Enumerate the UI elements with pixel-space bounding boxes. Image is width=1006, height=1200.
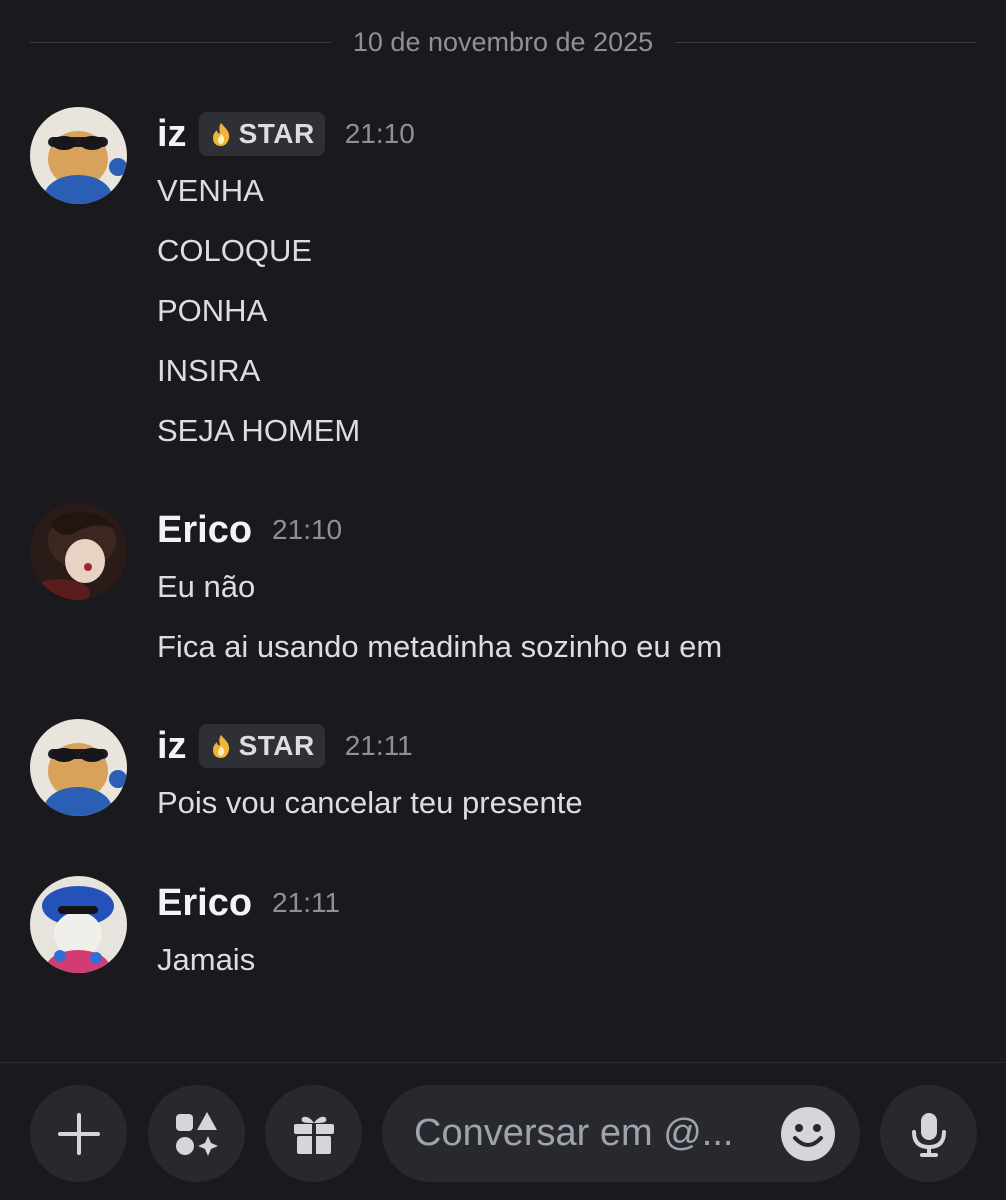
timestamp: 21:10 [272,514,343,545]
username[interactable]: Erico [157,882,252,925]
avatar[interactable] [30,719,127,816]
plus-icon [57,1112,100,1155]
gift-button[interactable] [265,1085,362,1182]
message-input[interactable] [414,1085,774,1182]
flame-icon [212,735,229,758]
composer-bar [0,1062,1006,1200]
timestamp: 21:10 [344,118,415,149]
emoji-icon[interactable] [780,1106,836,1162]
star-badge[interactable]: STAR [198,724,325,768]
avatar[interactable] [30,876,127,973]
message-line: INSIRA [157,353,261,388]
badge-label: STAR [238,730,315,761]
message-line: SEJA HOMEM [157,413,361,448]
avatar[interactable] [30,503,127,600]
gift-icon [293,1116,334,1154]
apps-icon [175,1111,218,1156]
star-badge[interactable]: STAR [198,112,325,156]
avatar[interactable] [30,107,127,204]
message-line: Pois vou cancelar teu presente [157,785,583,820]
date-label: 10 de novembro de 2025 [352,26,654,57]
message-line: PONHA [157,293,268,328]
apps-button[interactable] [148,1085,245,1182]
message-line: Jamais [157,942,256,977]
divider-line-left [30,41,331,43]
flame-icon [212,123,229,146]
message-input-container [382,1085,860,1182]
badge-label: STAR [238,118,315,149]
message-line: Fica ai usando metadinha sozinho eu em [157,629,723,664]
date-divider: 10 de novembro de 2025 [30,22,977,62]
timestamp: 21:11 [272,887,341,918]
voice-message-button[interactable] [880,1085,977,1182]
username[interactable]: iz [157,113,187,156]
divider-line-right [675,41,977,43]
username[interactable]: Erico [157,509,252,552]
timestamp: 21:11 [344,730,413,761]
message-line: COLOQUE [157,233,313,268]
add-button[interactable] [30,1085,127,1182]
username[interactable]: iz [157,725,187,768]
message-line: Eu não [157,569,256,604]
message-line: VENHA [157,173,264,208]
microphone-icon [911,1112,946,1157]
